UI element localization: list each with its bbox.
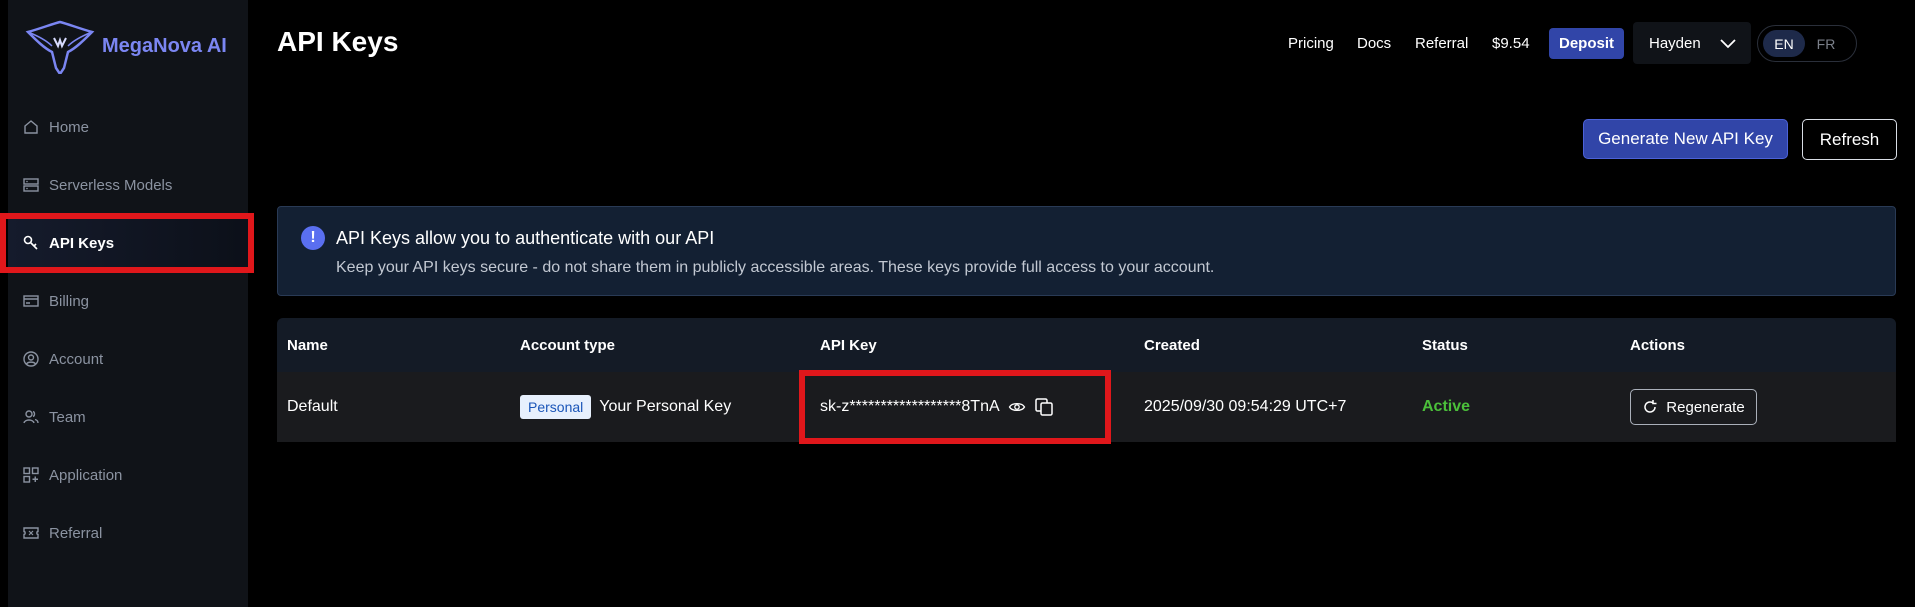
sidebar-item-label: Referral: [49, 524, 103, 542]
home-icon: [22, 118, 40, 136]
user-circle-icon: [22, 350, 40, 368]
chevron-down-icon: [1720, 39, 1736, 49]
api-keys-table: Name Account type API Key Created Status…: [277, 318, 1896, 444]
table-header: Name Account type API Key Created Status…: [277, 318, 1896, 372]
nav-pricing[interactable]: Pricing: [1288, 26, 1334, 60]
sidebar-item-application[interactable]: Application: [8, 446, 248, 504]
sidebar-item-label: Account: [49, 350, 104, 368]
brand-logo[interactable]: MegaNova AI: [24, 18, 227, 74]
key-icon: [22, 234, 40, 252]
nav-pricing-link[interactable]: Pricing: [1288, 35, 1334, 52]
sidebar-item-label: API Keys: [49, 234, 115, 252]
info-icon: !: [301, 226, 325, 250]
user-name: Hayden: [1649, 34, 1701, 52]
nav-referral-link[interactable]: Referral: [1415, 35, 1468, 52]
language-switcher: EN FR: [1757, 25, 1857, 62]
account-type-badge: Personal: [520, 395, 592, 419]
sidebar-item-home[interactable]: Home: [8, 98, 248, 156]
balance-amount: $9.54: [1492, 34, 1530, 52]
info-alert: ! API Keys allow you to authenticate wit…: [277, 206, 1896, 296]
sidebar-item-label: Home: [49, 118, 90, 136]
manta-ray-logo-icon: [25, 20, 95, 74]
header-created: Created: [1144, 336, 1200, 354]
account-type-desc: Your Personal Key: [599, 398, 732, 415]
ticket-icon: [22, 524, 40, 542]
nav-referral[interactable]: Referral: [1415, 26, 1468, 60]
sidebar-item-referral[interactable]: Referral: [8, 504, 248, 562]
regenerate-button[interactable]: Regenerate: [1630, 389, 1757, 425]
row-name: Default: [287, 398, 338, 415]
header-api-key: API Key: [820, 336, 877, 354]
header-account-type: Account type: [520, 336, 616, 354]
apps-icon: [22, 466, 40, 484]
row-account-type: Personal Your Personal Key: [520, 372, 731, 442]
alert-body: Keep your API keys secure - do not share…: [336, 259, 1215, 276]
status-badge: Active: [1422, 398, 1471, 415]
sidebar-item-team[interactable]: Team: [8, 388, 248, 446]
row-actions: Regenerate: [1630, 372, 1757, 442]
header-status: Status: [1422, 336, 1468, 354]
header-name: Name: [287, 336, 328, 354]
sidebar-item-label: Application: [49, 466, 123, 484]
nav-docs[interactable]: Docs: [1357, 26, 1391, 60]
generate-api-key-button[interactable]: Generate New API Key: [1583, 119, 1788, 159]
user-menu[interactable]: Hayden: [1633, 22, 1751, 64]
api-key-highlight: [799, 370, 1111, 444]
sidebar: MegaNova AI Home Serverless Models API K…: [0, 0, 254, 607]
sidebar-item-label: Billing: [49, 292, 90, 310]
brand-name: MegaNova AI: [102, 34, 227, 57]
row-created: 2025/09/30 09:54:29 UTC+7: [1144, 398, 1347, 415]
page-title: API Keys: [277, 26, 399, 57]
sidebar-item-serverless-models[interactable]: Serverless Models: [8, 156, 248, 214]
header-actions: Actions: [1630, 336, 1686, 354]
credit-card-icon: [22, 292, 40, 310]
users-icon: [22, 408, 40, 426]
nav-docs-link[interactable]: Docs: [1357, 35, 1391, 52]
deposit-button[interactable]: Deposit: [1549, 28, 1624, 59]
regenerate-label: Regenerate: [1666, 398, 1745, 416]
sidebar-nav: Home Serverless Models API Keys Billing …: [0, 98, 254, 562]
sidebar-item-label: Serverless Models: [49, 176, 173, 194]
sidebar-item-billing[interactable]: Billing: [8, 272, 248, 330]
server-icon: [22, 176, 40, 194]
refresh-button[interactable]: Refresh: [1802, 119, 1897, 160]
lang-fr-button[interactable]: FR: [1805, 30, 1847, 57]
sidebar-item-api-keys[interactable]: API Keys: [0, 213, 254, 273]
balance: $9.54: [1492, 26, 1530, 60]
table-row: Default Personal Your Personal Key sk-z*…: [277, 370, 1896, 444]
alert-title: API Keys allow you to authenticate with …: [336, 228, 715, 248]
refresh-icon: [1644, 400, 1657, 413]
sidebar-item-label: Team: [49, 408, 86, 426]
lang-en-button[interactable]: EN: [1763, 30, 1805, 57]
sidebar-item-account[interactable]: Account: [8, 330, 248, 388]
